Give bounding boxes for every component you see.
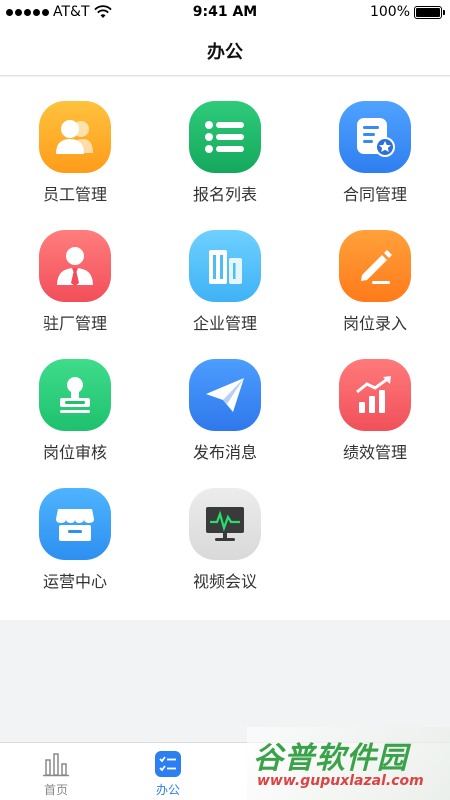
grid-item-label: 员工管理 <box>42 185 107 204</box>
grid-item-list[interactable]: 报名列表 <box>150 77 300 205</box>
tab-office-label: 办公 <box>155 783 180 797</box>
tab-home[interactable]: 首页 <box>0 743 112 800</box>
staff-icon <box>39 101 111 173</box>
watermark: 谷普软件园 www.gupuxlazal.com <box>247 727 450 800</box>
building-icon <box>189 230 261 302</box>
grid-item-store[interactable]: 运营中心 <box>0 464 150 592</box>
grid-item-label: 发布消息 <box>192 443 257 462</box>
status-bar: AT&T 9:41 AM 100% <box>0 0 450 26</box>
grid-item-monitor[interactable]: 视频会议 <box>150 464 300 592</box>
manager-icon <box>39 230 111 302</box>
watermark-title: 谷普软件园 <box>253 741 408 776</box>
grid-item-manager[interactable]: 驻厂管理 <box>0 206 150 334</box>
contract-icon <box>339 101 411 173</box>
watermark-url: www.gupuxlazal.com <box>257 773 424 789</box>
battery-percent: 100% <box>369 4 410 20</box>
monitor-icon <box>189 488 261 560</box>
office-grid: 员工管理 报名列表 合同管理驻厂管理 企业管理 岗位录入岗位审核 发布消息 绩效管理运营中心… <box>0 77 450 620</box>
battery-icon <box>414 5 445 19</box>
grid-item-label: 报名列表 <box>192 185 257 204</box>
grid-item-label: 企业管理 <box>192 314 257 333</box>
tab-home-label: 首页 <box>43 783 68 797</box>
office-checklist-icon <box>153 749 183 779</box>
pencil-icon <box>339 230 411 302</box>
grid-item-stamp[interactable]: 岗位审核 <box>0 335 150 463</box>
stamp-icon <box>39 359 111 431</box>
list-icon <box>189 101 261 173</box>
grid-item-staff[interactable]: 员工管理 <box>0 77 150 205</box>
grid-item-contract[interactable]: 合同管理 <box>300 77 450 205</box>
grid-item-label: 岗位录入 <box>342 314 407 333</box>
paper-plane-icon <box>189 359 261 431</box>
grid-item-building[interactable]: 企业管理 <box>150 206 300 334</box>
navigation-bar: 办公 <box>0 26 450 76</box>
grid-item-pencil[interactable]: 岗位录入 <box>300 206 450 334</box>
page-title: 办公 <box>207 41 243 63</box>
grid-item-growth-chart[interactable]: 绩效管理 <box>300 335 450 463</box>
grid-item-label: 岗位审核 <box>42 443 107 462</box>
grid-item-label: 驻厂管理 <box>42 314 107 333</box>
grid-item-label: 视频会议 <box>192 572 257 591</box>
home-bars-icon <box>41 749 71 779</box>
grid-item-label: 合同管理 <box>342 185 407 204</box>
grid-item-label: 运营中心 <box>42 572 107 591</box>
tab-office[interactable]: 办公 <box>112 743 224 800</box>
grid-item-paper-plane[interactable]: 发布消息 <box>150 335 300 463</box>
grid-item-label: 绩效管理 <box>342 443 407 462</box>
growth-chart-icon <box>339 359 411 431</box>
status-right: 100% <box>369 4 445 20</box>
store-icon <box>39 488 111 560</box>
